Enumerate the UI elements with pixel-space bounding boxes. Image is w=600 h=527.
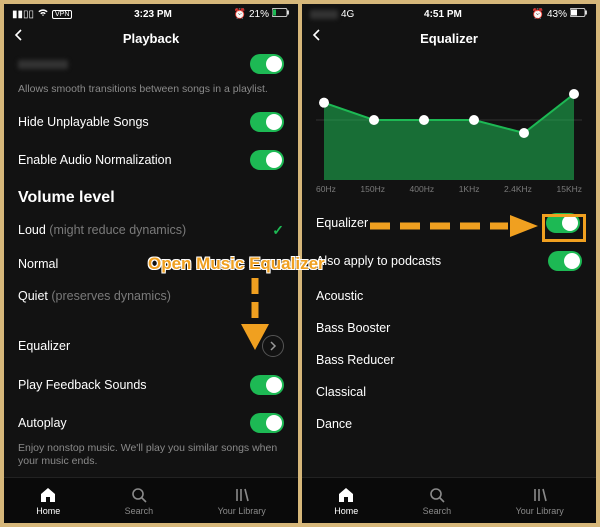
back-icon[interactable] — [310, 28, 324, 47]
phone-right: 4G 4:51 PM ⏰ 43% Equalizer 60Hz 150Hz 400H… — [302, 4, 596, 523]
toggle-automix[interactable] — [250, 54, 284, 74]
back-icon[interactable] — [12, 28, 26, 47]
nav-search[interactable]: Search — [125, 486, 154, 516]
wifi-icon — [37, 8, 49, 20]
eq-band-label: 15KHz — [556, 184, 582, 194]
status-bar: 4G 4:51 PM ⏰ 43% — [302, 4, 596, 22]
tutorial-frame: ▮▮▯▯ VPN 3:23 PM ⏰ 21% Playback — [0, 0, 600, 527]
preset-bass-reducer[interactable]: Bass Reducer — [316, 344, 582, 376]
battery-icon — [272, 8, 290, 20]
row-autoplay-label: Autoplay — [18, 416, 67, 430]
header: Equalizer — [302, 22, 596, 54]
eq-band-handle[interactable] — [419, 115, 429, 125]
volume-quiet[interactable]: Quiet (preserves dynamics) — [18, 280, 284, 312]
row-podcasts-label: Also apply to podcasts — [316, 254, 441, 268]
eq-band-label: 1KHz — [459, 184, 480, 194]
row-equalizer-label: Equalizer — [18, 339, 70, 353]
status-time: 4:51 PM — [424, 9, 462, 20]
volume-loud[interactable]: Loud (might reduce dynamics) ✓ — [18, 213, 284, 248]
bottom-nav: Home Search Your Library — [302, 477, 596, 523]
row-feedback-label: Play Feedback Sounds — [18, 378, 147, 392]
row-hide-unplayable-label: Hide Unplayable Songs — [18, 115, 149, 129]
row-normalize-label: Enable Audio Normalization — [18, 153, 172, 167]
volume-quiet-label: Quiet — [18, 289, 48, 303]
nav-library[interactable]: Your Library — [516, 486, 564, 516]
page-title: Equalizer — [420, 31, 478, 46]
nav-home[interactable]: Home — [36, 486, 60, 516]
automix-desc: Allows smooth transitions between songs … — [18, 83, 284, 103]
eq-band-handle[interactable] — [569, 89, 579, 99]
nav-search-label: Search — [423, 506, 452, 516]
vpn-badge: VPN — [52, 10, 72, 19]
equalizer-content: 60Hz150Hz400Hz1KHz2.4KHz15KHz Equalizer … — [302, 54, 596, 477]
nav-library-label: Your Library — [218, 506, 266, 516]
toggle-autoplay[interactable] — [250, 413, 284, 433]
nav-search[interactable]: Search — [423, 486, 452, 516]
nav-home-label: Home — [334, 506, 358, 516]
preset-classical[interactable]: Classical — [316, 376, 582, 408]
toggle-feedback[interactable] — [250, 375, 284, 395]
signal-icon: ▮▮▯▯ — [12, 9, 34, 20]
volume-loud-label: Loud — [18, 223, 46, 237]
battery-percent: 43% — [547, 9, 567, 20]
eq-band-handle[interactable] — [319, 98, 329, 108]
chevron-right-icon — [262, 335, 284, 357]
eq-band-handle[interactable] — [369, 115, 379, 125]
eq-frequency-labels: 60Hz 150Hz 400Hz 1KHz 2.4KHz 15KHz — [316, 182, 582, 204]
settings-content: Allows smooth transitions between songs … — [4, 54, 298, 477]
phone-left: ▮▮▯▯ VPN 3:23 PM ⏰ 21% Playback — [4, 4, 298, 523]
toggle-eq-enable[interactable] — [546, 213, 580, 233]
page-title: Playback — [123, 31, 179, 46]
nav-search-label: Search — [125, 506, 154, 516]
row-eq-enable-label: Equalizer — [316, 216, 368, 230]
eq-band-label: 60Hz — [316, 184, 336, 194]
alarm-icon: ⏰ — [532, 9, 544, 20]
home-icon — [337, 486, 355, 504]
toggle-podcasts[interactable] — [548, 251, 582, 271]
volume-level-title: Volume level — [18, 179, 284, 213]
status-bar: ▮▮▯▯ VPN 3:23 PM ⏰ 21% — [4, 4, 298, 22]
row-equalizer[interactable]: Equalizer — [18, 326, 284, 366]
preset-acoustic[interactable]: Acoustic — [316, 280, 582, 312]
nav-home-label: Home — [36, 506, 60, 516]
battery-icon — [570, 8, 588, 20]
eq-band-label: 2.4KHz — [504, 184, 532, 194]
bottom-nav: Home Search Your Library — [4, 477, 298, 523]
volume-normal[interactable]: Normal — [18, 248, 284, 280]
library-icon — [531, 486, 549, 504]
library-icon — [233, 486, 251, 504]
battery-percent: 21% — [249, 9, 269, 20]
toggle-normalize[interactable] — [250, 150, 284, 170]
home-icon — [39, 486, 57, 504]
volume-loud-hint: (might reduce dynamics) — [49, 223, 186, 237]
nav-library[interactable]: Your Library — [218, 486, 266, 516]
nav-library-label: Your Library — [516, 506, 564, 516]
toggle-hide-unplayable[interactable] — [250, 112, 284, 132]
redacted-row — [18, 60, 68, 69]
search-icon — [130, 486, 148, 504]
preset-dance[interactable]: Dance — [316, 408, 582, 440]
check-icon: ✓ — [272, 222, 284, 239]
nav-home[interactable]: Home — [334, 486, 358, 516]
volume-normal-label: Normal — [18, 257, 58, 271]
status-time: 3:23 PM — [134, 9, 172, 20]
header: Playback — [4, 22, 298, 54]
network-label: 4G — [341, 9, 354, 20]
redacted-carrier — [310, 10, 338, 19]
autoplay-desc: Enjoy nonstop music. We'll play you simi… — [18, 442, 284, 469]
alarm-icon: ⏰ — [234, 9, 246, 20]
search-icon — [428, 486, 446, 504]
eq-band-handle[interactable] — [469, 115, 479, 125]
volume-quiet-hint: (preserves dynamics) — [51, 289, 170, 303]
eq-band-label: 150Hz — [360, 184, 385, 194]
eq-band-label: 400Hz — [410, 184, 435, 194]
eq-band-handle[interactable] — [519, 128, 529, 138]
eq-chart[interactable] — [316, 60, 582, 180]
preset-bass-booster[interactable]: Bass Booster — [316, 312, 582, 344]
